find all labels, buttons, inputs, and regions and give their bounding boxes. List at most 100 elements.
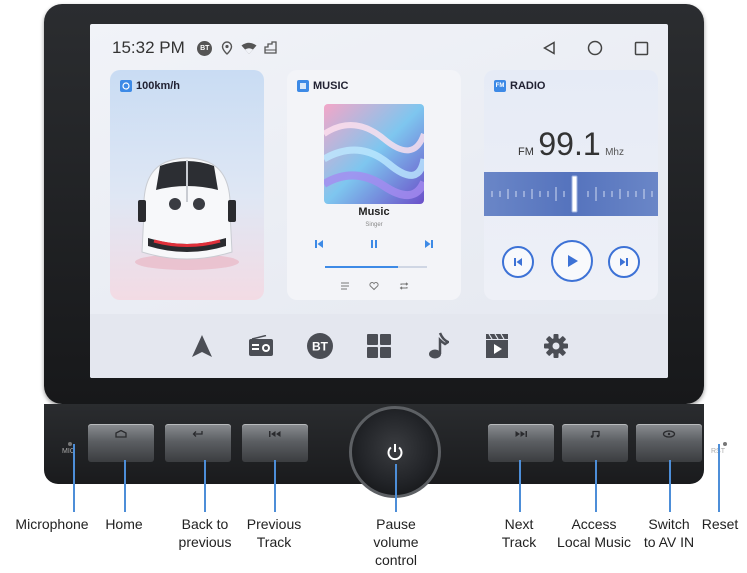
album-art (324, 104, 424, 204)
callout-pause-line1: Pause (376, 516, 416, 532)
previous-icon[interactable] (311, 236, 327, 252)
callout-back-line2: previous (178, 534, 232, 550)
car-head-unit: 15:32 PM BT 100km/h MUSIC Music Singer F… (44, 4, 727, 504)
radio-previous-icon[interactable] (502, 246, 534, 278)
callout-next: Next Track (494, 515, 544, 551)
callout-reset: Reset (697, 515, 743, 533)
switch-leader (669, 460, 671, 512)
next-icon[interactable] (421, 236, 437, 252)
back-leader (204, 460, 206, 512)
callout-switch: Switch to AV IN (636, 515, 702, 551)
car-image (135, 157, 239, 270)
reset-hole[interactable] (723, 442, 727, 446)
speed-card-title: 100km/h (120, 80, 180, 92)
music-progress-fill (325, 266, 399, 268)
speed-icon (120, 80, 132, 92)
location-icon (219, 40, 235, 56)
clock: 15:32 PM (112, 38, 185, 57)
apps-icon[interactable] (364, 331, 394, 361)
back-icon (192, 431, 203, 437)
previous-leader (274, 460, 276, 512)
callout-switch-line1: Switch (648, 516, 690, 532)
microphone-leader (73, 444, 75, 512)
radio-frequency-value: 99.1 (538, 126, 601, 162)
callout-pause-line3: control (374, 552, 418, 568)
power-icon (387, 444, 403, 461)
home-icon (115, 430, 127, 438)
radio-card-title: FM RADIO (494, 80, 545, 92)
callout-home-text: Home (105, 516, 143, 532)
radio-next-icon[interactable] (608, 246, 640, 278)
fm-tag-icon: FM (494, 80, 506, 92)
callout-back-line1: Back to (181, 516, 229, 532)
callout-back: Back to previous (169, 515, 241, 551)
callout-previous-line1: Previous (246, 516, 302, 532)
device-bezel: 15:32 PM BT 100km/h MUSIC Music Singer F… (44, 4, 704, 404)
callout-previous-line2: Track (256, 534, 292, 550)
av-in-button[interactable] (636, 424, 702, 462)
tuner-dial[interactable] (484, 172, 658, 216)
repeat-icon[interactable] (398, 280, 410, 292)
touch-screen: 15:32 PM BT 100km/h MUSIC Music Singer F… (90, 24, 668, 378)
status-bar: 15:32 PM BT (112, 36, 650, 60)
dock-bt-text: BT (312, 340, 329, 354)
music-card-title: MUSIC (297, 80, 348, 92)
music-card[interactable]: MUSIC Music Singer (287, 70, 461, 300)
previous-track-icon (269, 431, 281, 437)
speed-value: 100km/h (136, 80, 181, 92)
av-in-icon (662, 430, 676, 438)
recents-square-icon[interactable] (632, 39, 650, 57)
home-leader (124, 460, 126, 512)
wifi-icon (241, 40, 257, 56)
callout-microphone-text: Microphone (15, 516, 89, 532)
callout-access-line2: Local Music (557, 534, 631, 550)
home-circle-icon[interactable] (586, 39, 604, 57)
next-leader (519, 460, 521, 512)
radio-card-label: RADIO (510, 80, 546, 92)
app-dock: BT (90, 314, 668, 378)
playlist-icon[interactable] (339, 280, 351, 292)
callout-next-line2: Track (501, 534, 537, 550)
local-music-button[interactable] (562, 424, 628, 462)
song-title: Music (358, 206, 390, 218)
callout-access: Access Local Music (548, 515, 640, 551)
song-artist: Singer (365, 222, 383, 228)
previous-track-button[interactable] (242, 424, 308, 462)
reset-leader (718, 444, 720, 512)
pause-icon[interactable] (366, 236, 382, 252)
heart-icon[interactable] (368, 280, 380, 292)
music-note-icon[interactable] (423, 331, 453, 361)
bt-badge: BT (197, 40, 213, 56)
back-button[interactable] (165, 424, 231, 462)
callout-access-line1: Access (571, 516, 617, 532)
bluetooth-icon[interactable]: BT (305, 331, 335, 361)
radio-play-icon[interactable] (551, 240, 593, 282)
settings-icon[interactable] (541, 331, 571, 361)
callout-previous: Previous Track (238, 515, 310, 551)
home-button[interactable] (88, 424, 154, 462)
callout-next-line1: Next (504, 516, 534, 532)
music-progress-bar[interactable] (325, 266, 427, 268)
signal-icon (263, 40, 279, 56)
radio-frequency-unit: Mhz (605, 147, 624, 158)
status-icons: BT (197, 40, 279, 56)
navigation-icon[interactable] (187, 331, 217, 361)
callout-home: Home (98, 515, 150, 533)
pause-leader (395, 464, 397, 512)
callout-switch-line2: to AV IN (643, 534, 695, 550)
next-track-button[interactable] (488, 424, 554, 462)
back-triangle-icon[interactable] (540, 39, 558, 57)
callout-pause-line2: volume (373, 534, 419, 550)
video-icon[interactable] (482, 331, 512, 361)
next-track-icon (515, 431, 527, 437)
access-leader (595, 460, 597, 512)
mic-hole (68, 442, 72, 446)
callout-reset-text: Reset (701, 516, 739, 532)
speed-card[interactable]: 100km/h (110, 70, 264, 300)
callout-microphone: Microphone (6, 515, 98, 533)
radio-icon[interactable] (246, 331, 276, 361)
bt-icon: BT (197, 40, 213, 56)
music-tag-icon (297, 80, 309, 92)
music-card-label: MUSIC (313, 80, 349, 92)
radio-card[interactable]: FM RADIO FM 99.1 Mhz (484, 70, 658, 300)
